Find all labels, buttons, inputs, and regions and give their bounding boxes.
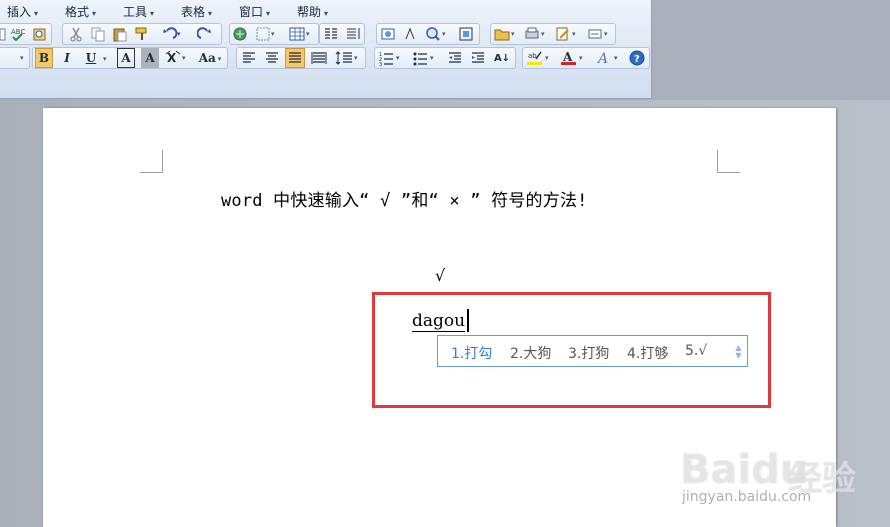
menu-format[interactable]: 格式 ▾ (65, 3, 96, 20)
new-doc-icon[interactable] (0, 24, 6, 44)
svg-text:▾: ▾ (545, 54, 549, 62)
text-effect-icon[interactable]: A ▾ (594, 48, 624, 68)
svg-text:▾: ▾ (572, 30, 576, 38)
underline-button[interactable]: U (81, 48, 101, 68)
svg-text:▾: ▾ (271, 30, 275, 38)
open-folder-icon[interactable]: ▾ (493, 24, 519, 44)
watermark: Baidu 经验 jingyan.baidu.com (680, 425, 870, 515)
svg-text:▾: ▾ (579, 54, 583, 62)
research-icon[interactable] (31, 24, 49, 44)
document-map-icon[interactable] (401, 24, 419, 44)
svg-text:▾: ▾ (182, 54, 186, 62)
print-icon[interactable]: ▾ (523, 24, 549, 44)
bold-button[interactable]: B (35, 48, 53, 68)
svg-text:▾: ▾ (354, 54, 358, 62)
svg-text:ABC: ABC (11, 28, 25, 36)
margin-corner-top-left (140, 150, 163, 173)
help-icon[interactable]: ? (628, 48, 646, 68)
style-dropdown[interactable]: ▾ (0, 47, 30, 69)
svg-text:▾: ▾ (442, 30, 446, 38)
options-icon[interactable]: ▾ (586, 24, 612, 44)
menu-table[interactable]: 表格 ▾ (181, 3, 212, 20)
justify-icon[interactable] (285, 48, 305, 68)
menu-insert[interactable]: 插入 ▾ (7, 3, 38, 20)
distributed-icon[interactable] (309, 48, 329, 68)
svg-text:▾: ▾ (614, 54, 618, 62)
toolbar-area: 插入▾ 格式▾ 工具▾ 表格▾ 窗口▾ 帮助▾ ABC ▾ ▾ ▾ (0, 0, 652, 99)
svg-text:▾: ▾ (604, 30, 608, 38)
decrease-indent-icon[interactable] (446, 48, 464, 68)
spelling-icon[interactable]: ABC (9, 24, 27, 44)
redo-icon[interactable] (196, 24, 214, 44)
columns-icon[interactable] (322, 24, 340, 44)
margin-corner-top-right (717, 150, 740, 173)
cut-icon[interactable] (67, 24, 85, 44)
char-shading-button[interactable]: A (141, 48, 159, 68)
svg-text:3: 3 (379, 62, 382, 66)
change-case-button[interactable]: Aa ▾ (196, 48, 224, 68)
standard-toolbar: ABC ▾ ▾ ▾ ▾ ▾ ▾ ▾ ▾ (0, 23, 650, 45)
word-window: 插入▾ 格式▾ 工具▾ 表格▾ 窗口▾ 帮助▾ ABC ▾ ▾ ▾ (0, 0, 890, 527)
numbering-icon[interactable]: 1 2 3 ▾ (377, 48, 405, 68)
watermark-url: jingyan.baidu.com (682, 489, 812, 505)
font-color-icon[interactable]: A ▾ (559, 48, 589, 68)
drawing-icon[interactable] (379, 24, 397, 44)
svg-text:?: ? (634, 54, 640, 65)
text-direction-icon[interactable] (344, 24, 362, 44)
insert-table-icon[interactable]: ▾ (288, 24, 314, 44)
paste-icon[interactable] (111, 24, 129, 44)
copy-icon[interactable] (89, 24, 107, 44)
full-screen-icon[interactable] (456, 24, 476, 44)
svg-text:▾: ▾ (430, 54, 434, 62)
svg-text:▾: ▾ (177, 30, 181, 38)
border-icon[interactable]: ▾ (254, 24, 278, 44)
svg-text:A: A (562, 50, 573, 64)
bullets-icon[interactable]: ▾ (411, 48, 439, 68)
scale-icon[interactable]: X ▾ (164, 48, 190, 68)
chevron-down-icon: ▾ (20, 54, 24, 62)
svg-text:▾: ▾ (511, 30, 515, 38)
svg-text:X: X (167, 51, 177, 65)
svg-text:▾: ▾ (541, 30, 545, 38)
check-mark-symbol: √ (435, 266, 446, 285)
increase-indent-icon[interactable] (469, 48, 487, 68)
align-left-icon[interactable] (240, 48, 258, 68)
zoom-icon[interactable]: ▾ (424, 24, 450, 44)
annotation-highlight-box (372, 292, 771, 408)
formatting-toolbar: ▾ B I U ▾ A A X ▾ Aa ▾ ▾ 1 2 3 ▾ ▾ A↓ ab ▾ (0, 47, 650, 69)
menu-tools[interactable]: 工具 ▾ (123, 3, 154, 20)
menu-bar: 插入 ▾ 格式 ▾ 工具 ▾ 表格 ▾ 窗口 ▾ 帮助 ▾ (0, 0, 650, 20)
svg-text:A: A (596, 51, 608, 66)
menu-help[interactable]: 帮助 ▾ (297, 3, 328, 20)
menu-window[interactable]: 窗口 ▾ (239, 3, 270, 20)
change-case-label: Aa (198, 51, 216, 65)
edit-doc-icon[interactable]: ▾ (554, 24, 580, 44)
document-heading: word 中快速输入“ √ ”和“ × ” 符号的方法! (221, 191, 588, 211)
char-border-button[interactable]: A (117, 48, 135, 68)
svg-text:▾: ▾ (396, 54, 400, 62)
align-center-icon[interactable] (263, 48, 281, 68)
svg-text:▾: ▾ (306, 30, 310, 38)
line-spacing-icon[interactable]: ▾ (333, 48, 361, 68)
underline-dropdown-icon[interactable]: ▾ (103, 55, 107, 63)
italic-button[interactable]: I (58, 48, 76, 68)
format-painter-icon[interactable] (133, 24, 151, 44)
hyperlink-icon[interactable] (232, 24, 250, 44)
undo-icon[interactable]: ▾ (160, 24, 184, 44)
sort-button[interactable]: A↓ (492, 48, 512, 68)
highlight-color-icon[interactable]: ab ▾ (525, 48, 555, 68)
